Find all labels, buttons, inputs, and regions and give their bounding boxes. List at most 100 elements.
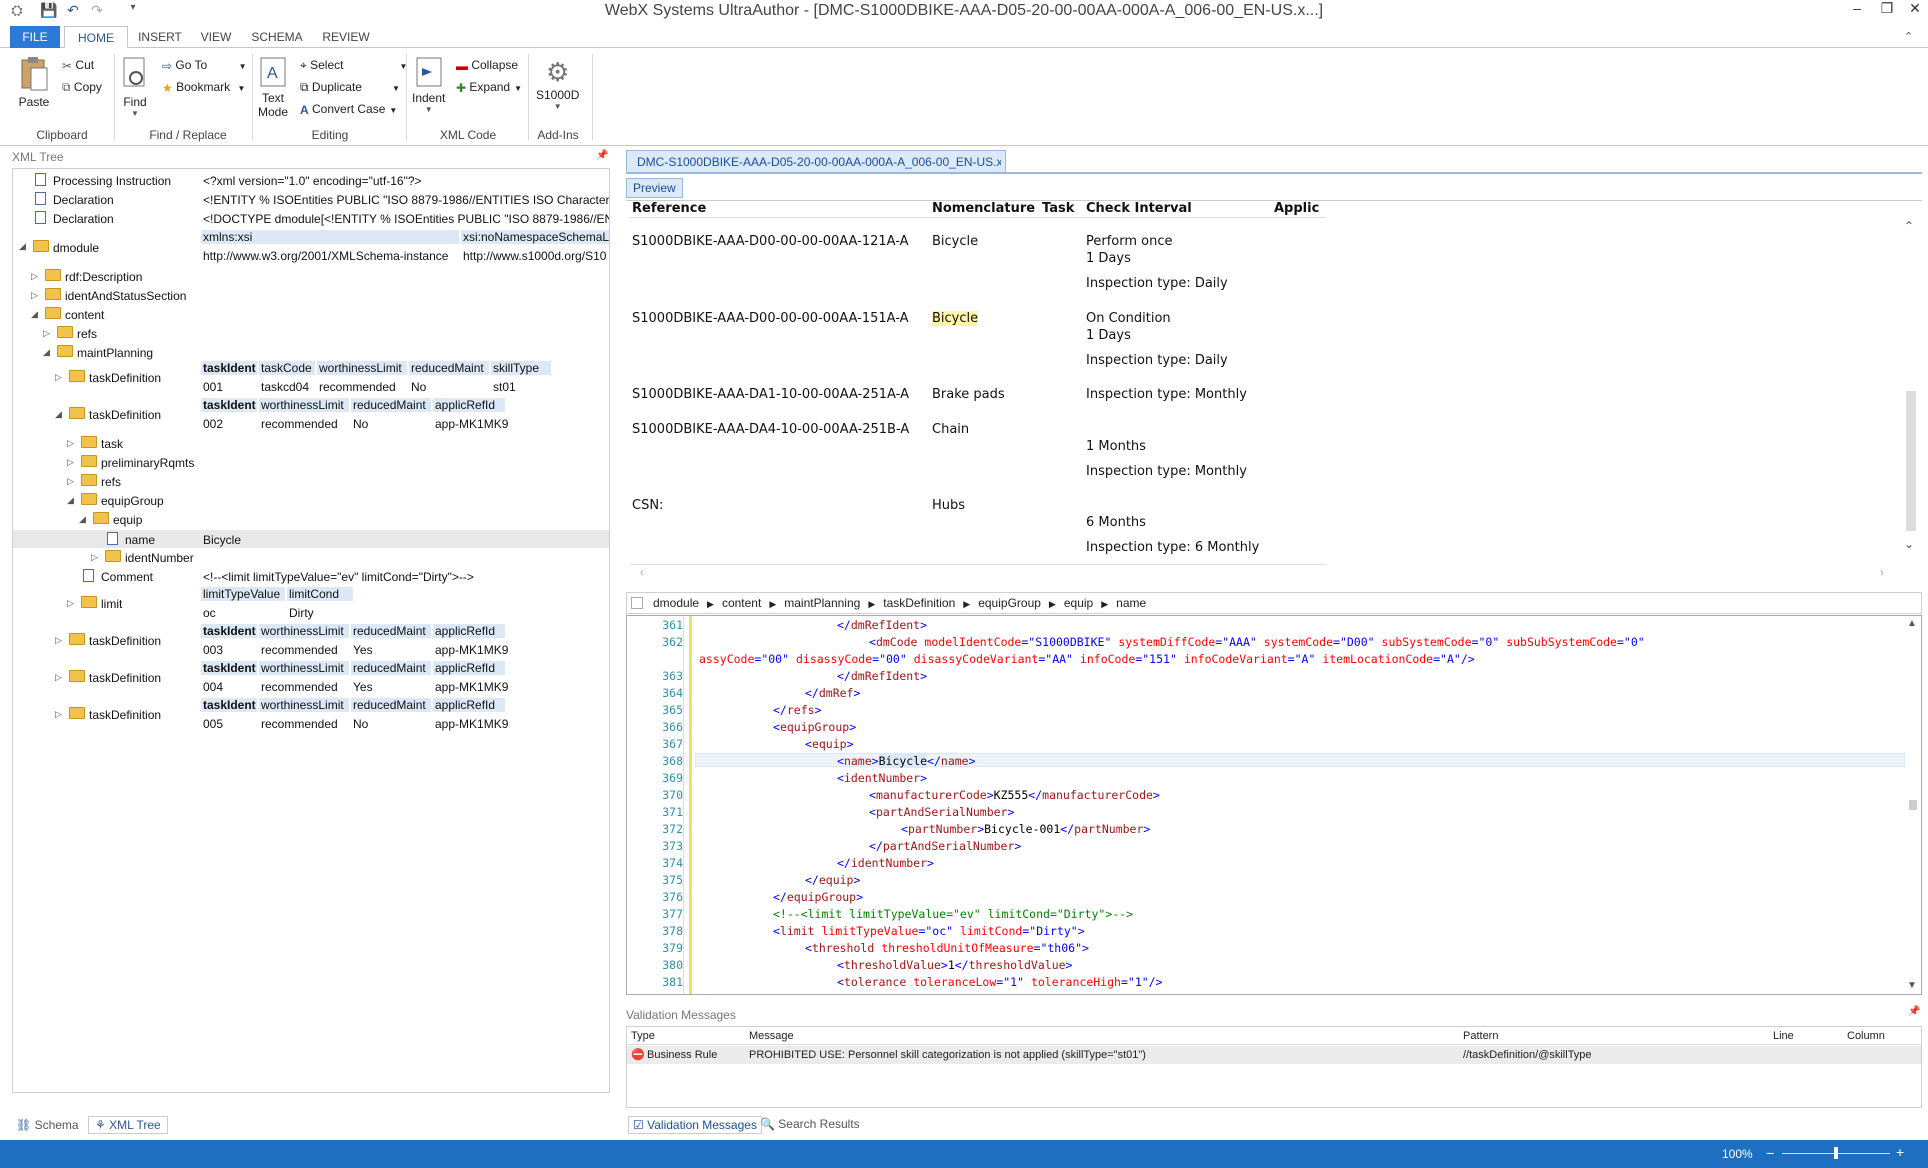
text-mode-button[interactable]: A Text Mode (258, 56, 288, 119)
tree-node[interactable]: limit (101, 597, 122, 611)
paste-button[interactable]: Paste (18, 56, 50, 109)
tab-validation-messages[interactable]: ☑ Validation Messages (628, 1116, 762, 1134)
code-scrollbar-thumb[interactable] (1909, 800, 1917, 810)
tree-node[interactable]: Declaration (53, 193, 114, 207)
collapse-arrow-icon[interactable]: ◢ (67, 495, 74, 506)
tree-node[interactable]: content (65, 308, 104, 322)
tab-home[interactable]: HOME (64, 26, 128, 48)
tree-node[interactable]: taskDefinition (89, 408, 161, 422)
vertical-scrollbar-thumb[interactable] (1906, 391, 1916, 531)
bookmark-dropdown-icon[interactable]: ▼ (237, 84, 245, 93)
goto-button[interactable]: ⇨ Go To ▼ (162, 58, 246, 73)
document-tab[interactable]: DMC-S1000DBIKE-AAA-D05-20-00-00AA-000A-A… (626, 150, 1006, 172)
expand-arrow-icon[interactable]: ▷ (67, 438, 74, 449)
tab-preview[interactable]: Preview (626, 178, 683, 198)
validation-col-header[interactable]: Pattern (1463, 1030, 1498, 1042)
xml-code-editor[interactable]: 361 362 363 364 365 366 367 368 369 370 … (626, 615, 1922, 995)
preview-scroll-right-icon[interactable]: › (1880, 565, 1884, 579)
scroll-down-icon[interactable]: ⌄ (1904, 537, 1914, 551)
find-button[interactable]: Find ▼ (120, 56, 150, 118)
collapse-ribbon-icon[interactable]: ⌃ (1904, 30, 1913, 43)
tree-node[interactable]: maintPlanning (77, 346, 153, 360)
collapse-arrow-icon[interactable]: ◢ (55, 409, 62, 420)
tree-node[interactable]: Processing Instruction (53, 174, 171, 188)
expand-button[interactable]: ✚ Expand ▼ (456, 80, 522, 95)
breadcrumb-item[interactable]: taskDefinition (883, 596, 955, 610)
expand-arrow-icon[interactable]: ▷ (67, 476, 74, 487)
validation-col-header[interactable]: Line (1773, 1030, 1794, 1042)
tree-node[interactable]: identAndStatusSection (65, 289, 186, 303)
collapse-button[interactable]: ▬ Collapse (456, 58, 518, 73)
validation-col-header[interactable]: Message (749, 1030, 794, 1042)
preview-scroll-left-icon[interactable]: ‹ (640, 565, 644, 579)
scroll-up-icon[interactable]: ⌃ (1904, 219, 1914, 233)
bookmark-button[interactable]: ★ Bookmark ▼ (162, 80, 245, 95)
expand-arrow-icon[interactable]: ▷ (91, 552, 98, 563)
tree-node-selected[interactable]: name (125, 533, 155, 547)
validation-pin-icon[interactable]: 📌 (1908, 1006, 1920, 1017)
breadcrumb-checkbox[interactable] (631, 597, 643, 609)
tree-node[interactable]: rdf:Description (65, 270, 142, 284)
expand-arrow-icon[interactable]: ▷ (31, 290, 38, 301)
tree-node[interactable]: task (101, 437, 123, 451)
expand-arrow-icon[interactable]: ▷ (55, 709, 62, 720)
convert-case-button[interactable]: A Convert Case ▼ (300, 102, 397, 117)
goto-dropdown-icon[interactable]: ▼ (239, 62, 247, 71)
tree-node[interactable]: taskDefinition (89, 671, 161, 685)
tree-node[interactable]: dmodule (53, 241, 99, 255)
tree-node[interactable]: identNumber (125, 551, 194, 565)
pin-icon[interactable]: 📌 (596, 150, 608, 161)
close-button[interactable]: ✕ (1900, 0, 1928, 22)
tree-node[interactable]: equip (113, 513, 142, 527)
expand-arrow-icon[interactable]: ▷ (31, 271, 38, 282)
code-scroll-up-icon[interactable]: ▲ (1907, 618, 1917, 629)
zoom-in-icon[interactable]: + (1896, 1144, 1904, 1160)
expand-arrow-icon[interactable]: ▷ (67, 598, 74, 609)
cut-button[interactable]: ✂ Cut (62, 58, 94, 73)
breadcrumb-item[interactable]: name (1116, 596, 1146, 610)
s1000d-dropdown-icon[interactable]: ▼ (536, 102, 579, 111)
expand-arrow-icon[interactable]: ▷ (55, 635, 62, 646)
code-scroll-down-icon[interactable]: ▼ (1907, 980, 1917, 991)
tab-review[interactable]: REVIEW (316, 26, 376, 48)
tree-node[interactable]: equipGroup (101, 494, 164, 508)
tree-node[interactable]: Declaration (53, 212, 114, 226)
s1000d-button[interactable]: ⚙ S1000D ▼ (536, 56, 579, 111)
tab-schema-panel[interactable]: ⛓ Schema (16, 1118, 79, 1132)
validation-col-header[interactable]: Column (1847, 1030, 1885, 1042)
expand-arrow-icon[interactable]: ▷ (43, 328, 50, 339)
tab-file[interactable]: FILE (10, 26, 60, 48)
duplicate-button[interactable]: ⧉ Duplicate ▼ (300, 80, 400, 95)
copy-button[interactable]: ⧉ Copy (62, 80, 102, 95)
validation-col-header[interactable]: Type (631, 1030, 655, 1042)
breadcrumb-item[interactable]: equip (1064, 596, 1093, 610)
indent-dropdown-icon[interactable]: ▼ (412, 105, 445, 114)
expand-dropdown-icon[interactable]: ▼ (514, 84, 522, 93)
select-button[interactable]: ⌖ Select ▼ (300, 58, 407, 73)
breadcrumb-item[interactable]: equipGroup (978, 596, 1041, 610)
tree-node[interactable]: Comment (101, 570, 153, 584)
indent-button[interactable]: Indent ▼ (412, 56, 445, 114)
tree-node[interactable]: taskDefinition (89, 634, 161, 648)
expand-arrow-icon[interactable]: ▷ (55, 372, 62, 383)
tree-node[interactable]: refs (77, 327, 97, 341)
collapse-arrow-icon[interactable]: ◢ (19, 241, 26, 252)
expand-arrow-icon[interactable]: ▷ (67, 457, 74, 468)
validation-row[interactable]: ⛔ Business Rule PROHIBITED USE: Personne… (627, 1046, 1921, 1064)
breadcrumb-item[interactable]: content (722, 596, 761, 610)
tab-schema[interactable]: SCHEMA (246, 26, 308, 48)
minimize-button[interactable]: – (1842, 0, 1872, 22)
tab-xml-tree-panel[interactable]: ⚘ XML Tree (88, 1116, 168, 1134)
convert-case-dropdown-icon[interactable]: ▼ (389, 106, 397, 115)
zoom-slider-thumb[interactable] (1834, 1147, 1838, 1159)
duplicate-dropdown-icon[interactable]: ▼ (392, 84, 400, 93)
collapse-arrow-icon[interactable]: ◢ (43, 347, 50, 358)
tree-node[interactable]: preliminaryRqmts (101, 456, 194, 470)
tree-node[interactable]: taskDefinition (89, 371, 161, 385)
tab-search-results[interactable]: 🔍 Search Results (760, 1117, 860, 1131)
tree-node[interactable]: refs (101, 475, 121, 489)
restore-button[interactable]: ❐ (1872, 0, 1902, 22)
collapse-arrow-icon[interactable]: ◢ (31, 309, 38, 320)
tab-view[interactable]: VIEW (194, 26, 238, 48)
tree-node[interactable]: taskDefinition (89, 708, 161, 722)
